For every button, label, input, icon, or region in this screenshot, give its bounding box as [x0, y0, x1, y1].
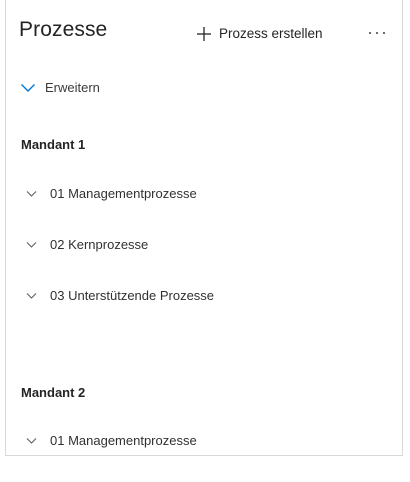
more-options-icon[interactable] [365, 24, 389, 42]
chevron-down-icon [26, 241, 37, 248]
page-title: Prozesse [19, 18, 108, 41]
process-row[interactable]: 01 Managementprozesse [26, 186, 197, 201]
process-row-label: 03 Unterstützende Prozesse [50, 288, 215, 303]
group-heading-mandant-2: Mandant 2 [21, 385, 86, 400]
process-row-label: 01 Managementprozesse [50, 186, 197, 201]
processes-panel: Prozesse Prozess erstellen Erweitern Man… [5, 0, 403, 456]
expand-all-button[interactable]: Erweitern [20, 80, 100, 95]
process-row-label: 01 Managementprozesse [50, 433, 197, 448]
process-row[interactable]: 02 Kernprozesse [26, 237, 148, 252]
process-row[interactable]: 03 Unterstützende Prozesse [26, 288, 214, 303]
chevron-down-icon [26, 190, 37, 197]
process-row[interactable]: 01 Managementprozesse [26, 433, 197, 448]
process-row-label: 02 Kernprozesse [50, 237, 149, 252]
create-process-button[interactable]: Prozess erstellen [196, 25, 323, 41]
chevron-down-icon [21, 83, 35, 92]
chevron-down-icon [26, 437, 37, 444]
chevron-down-icon [26, 292, 37, 299]
plus-icon [197, 27, 211, 41]
create-process-label: Prozess erstellen [219, 25, 323, 41]
panel-header: Prozesse Prozess erstellen [19, 18, 392, 52]
group-heading-mandant-1: Mandant 1 [21, 137, 86, 152]
expand-all-label: Erweitern [45, 80, 100, 95]
